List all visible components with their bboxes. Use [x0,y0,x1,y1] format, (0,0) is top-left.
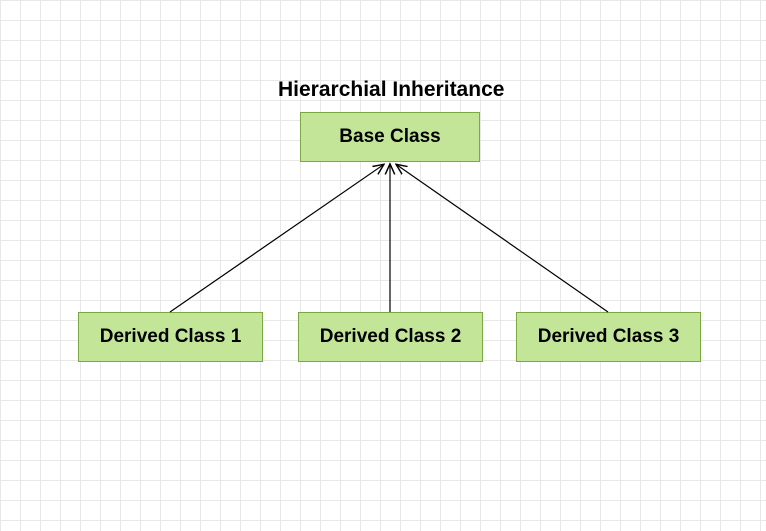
derived-class-1-box: Derived Class 1 [78,312,263,362]
base-class-label: Base Class [339,126,440,148]
derived-class-1-label: Derived Class 1 [100,326,242,348]
derived-class-3-label: Derived Class 3 [538,326,680,348]
derived-class-2-box: Derived Class 2 [298,312,483,362]
derived-class-3-box: Derived Class 3 [516,312,701,362]
derived-class-2-label: Derived Class 2 [320,326,462,348]
base-class-box: Base Class [300,112,480,162]
diagram-title: Hierarchial Inheritance [278,78,504,102]
